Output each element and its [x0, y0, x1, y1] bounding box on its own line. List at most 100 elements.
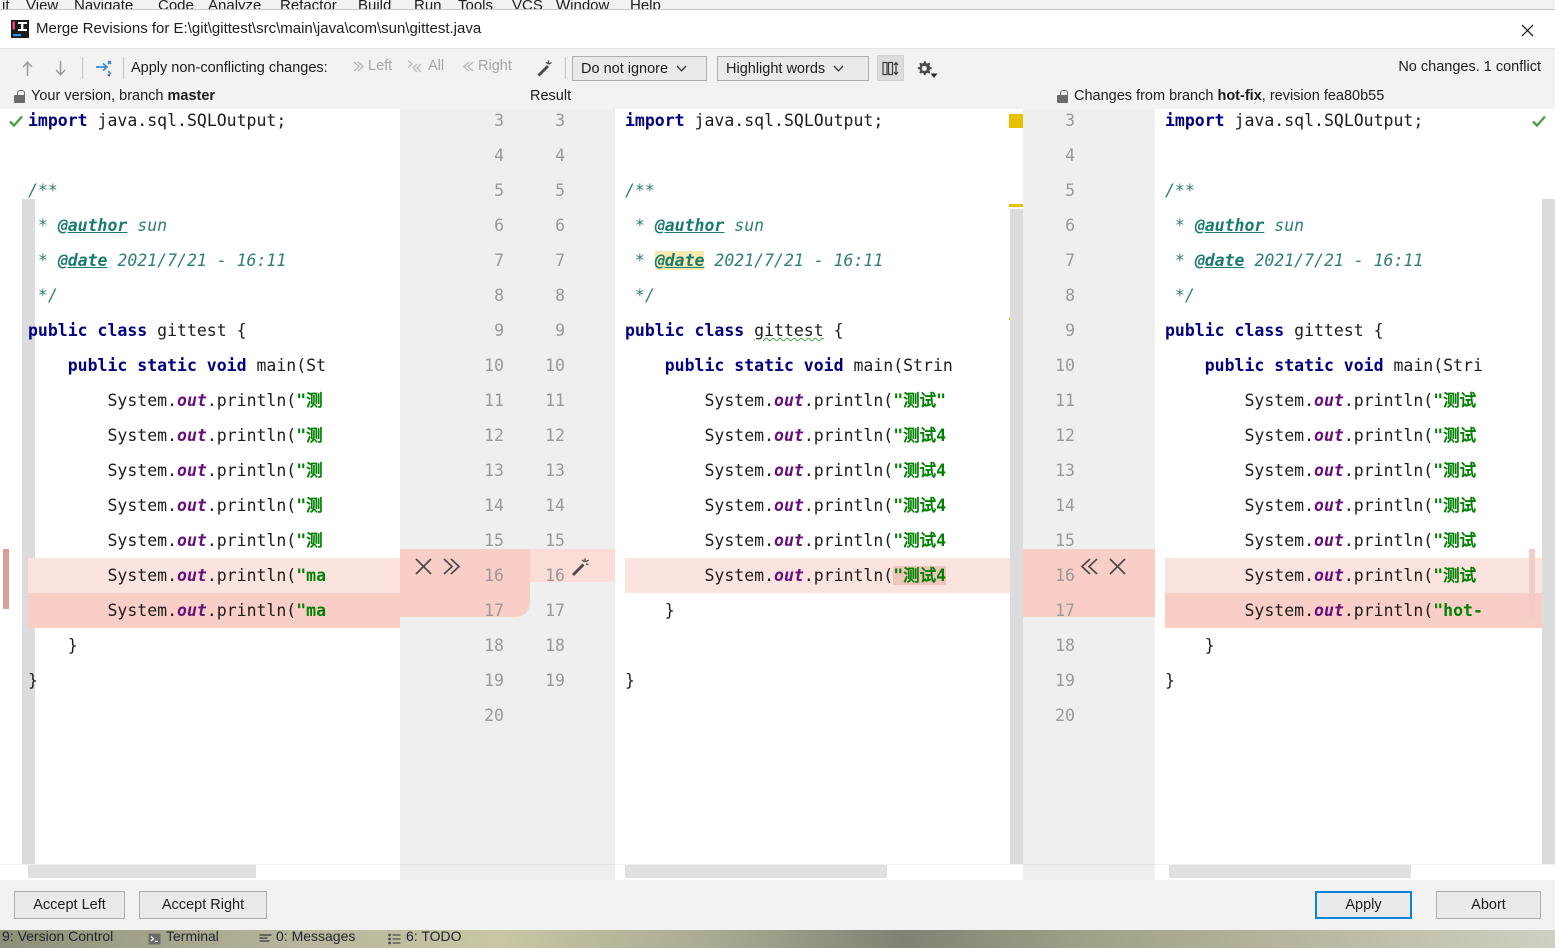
- code-line[interactable]: System.out.println("测试: [1165, 488, 1555, 523]
- code-line[interactable]: [28, 138, 400, 173]
- status-item-terminal[interactable]: Terminal: [166, 930, 219, 944]
- code-line[interactable]: System.out.println("测试: [1165, 418, 1555, 453]
- right-editor-pane[interactable]: import java.sql.SQLOutput; /** * @author …: [1155, 109, 1555, 880]
- code-line[interactable]: }: [1165, 663, 1555, 698]
- code-line[interactable]: public class gittest {: [28, 313, 400, 348]
- center-right-gutter[interactable]: 3 4 5 6 7 8 9 10 11 12 13 14 15 16 17 18 19 20: [1023, 109, 1155, 880]
- code-line[interactable]: public static void main(Strin: [625, 348, 1023, 383]
- code-line[interactable]: /**: [625, 173, 1023, 208]
- apply-button[interactable]: Apply: [1315, 891, 1412, 919]
- code-line[interactable]: /**: [28, 173, 400, 208]
- gear-icon[interactable]: [911, 55, 938, 81]
- code-line[interactable]: }: [1165, 628, 1555, 663]
- code-token: @date: [1194, 251, 1245, 270]
- code-line[interactable]: * @author sun: [28, 208, 400, 243]
- status-item-version-control[interactable]: 9: Version Control: [2, 930, 113, 944]
- code-line[interactable]: }: [28, 663, 400, 698]
- code-line[interactable]: System.out.println("测试4: [625, 488, 1023, 523]
- code-line[interactable]: }: [625, 593, 1023, 628]
- code-line[interactable]: System.out.println("测试: [1165, 453, 1555, 488]
- code-line[interactable]: [625, 628, 1023, 663]
- code-line[interactable]: System.out.println("hot-: [1165, 593, 1555, 628]
- line-number: 19: [1055, 671, 1075, 690]
- code-line[interactable]: import java.sql.SQLOutput;: [1165, 109, 1555, 138]
- code-line[interactable]: [1165, 138, 1555, 173]
- highlight-policy-select[interactable]: Highlight words: [717, 56, 869, 81]
- code-line[interactable]: import java.sql.SQLOutput;: [625, 109, 1023, 138]
- code-line[interactable]: System.out.println("测: [28, 488, 400, 523]
- code-line[interactable]: */: [28, 278, 400, 313]
- left-center-gutter[interactable]: 3 4 5 6 7 8 9 10 11 12 13 14 15 16 17 18 19 20 3 4 5 6 7 8 9 10 1…: [400, 109, 615, 880]
- center-horizontal-scrollbar-thumb[interactable]: [625, 865, 887, 878]
- code-line[interactable]: System.out.println("ma: [28, 593, 400, 628]
- code-line[interactable]: System.out.println("测: [28, 418, 400, 453]
- code-line[interactable]: System.out.println("测试4: [625, 418, 1023, 453]
- magic-resolve-icon[interactable]: [532, 55, 556, 81]
- code-line[interactable]: * @author sun: [625, 208, 1023, 243]
- code-line[interactable]: * @date 2021/7/21 - 16:11: [1165, 243, 1555, 278]
- code-line[interactable]: public static void main(Stri: [1165, 348, 1555, 383]
- code-line[interactable]: System.out.println("ma: [28, 558, 400, 593]
- code-line[interactable]: System.out.println("测试: [1165, 383, 1555, 418]
- status-item-todo[interactable]: 6: TODO: [406, 930, 462, 944]
- code-line[interactable]: /**: [1165, 173, 1555, 208]
- magic-wand-icon[interactable]: [570, 557, 591, 583]
- code-token: .println(: [1343, 391, 1434, 410]
- right-horizontal-scrollbar-thumb[interactable]: [1169, 865, 1411, 878]
- left-change-marker-strip[interactable]: [0, 109, 13, 880]
- next-difference-icon[interactable]: [47, 55, 73, 81]
- code-line[interactable]: System.out.println("测: [28, 383, 400, 418]
- center-editor-pane[interactable]: import java.sql.SQLOutput; /** * @author …: [615, 109, 1023, 880]
- line-number: 18: [1055, 636, 1075, 655]
- accept-left-button[interactable]: Accept Left: [14, 891, 125, 919]
- right-vertical-scrollbar-thumb[interactable]: [1542, 199, 1555, 880]
- code-line[interactable]: import java.sql.SQLOutput;: [28, 109, 400, 138]
- apply-all-button[interactable]: All: [407, 58, 444, 74]
- merge-revisions-dialog: Merge Revisions for E:\git\gittest\src\m…: [0, 9, 1555, 930]
- code-line[interactable]: System.out.println("测试4: [625, 558, 1023, 593]
- code-line[interactable]: System.out.println("测试4: [625, 453, 1023, 488]
- code-line[interactable]: public static void main(St: [28, 348, 400, 383]
- ignore-policy-select[interactable]: Do not ignore: [572, 56, 707, 81]
- code-line[interactable]: System.out.println("测试: [1165, 523, 1555, 558]
- code-line[interactable]: System.out.println("测: [28, 453, 400, 488]
- abort-button[interactable]: Abort: [1436, 891, 1541, 919]
- code-line[interactable]: System.out.println("测试": [625, 383, 1023, 418]
- code-line[interactable]: }: [28, 628, 400, 663]
- code-line[interactable]: System.out.println("测试: [1165, 558, 1555, 593]
- accept-left-change-icon[interactable]: [441, 557, 462, 581]
- code-line[interactable]: }: [625, 663, 1023, 698]
- left-horizontal-scrollbar-track[interactable]: [0, 864, 400, 880]
- right-horizontal-scrollbar-track[interactable]: [1155, 864, 1555, 880]
- apply-non-conflicting-label: Apply non-conflicting changes:: [131, 60, 328, 76]
- center-code-content[interactable]: import java.sql.SQLOutput; /** * @author …: [625, 109, 1023, 880]
- previous-difference-icon[interactable]: [14, 55, 40, 81]
- code-line[interactable]: * @date 2021/7/21 - 16:11: [28, 243, 400, 278]
- apply-right-button[interactable]: Right: [462, 58, 512, 74]
- center-horizontal-scrollbar-track[interactable]: [615, 864, 1023, 880]
- code-line[interactable]: System.out.println("测试4: [625, 523, 1023, 558]
- apply-left-button[interactable]: Left: [352, 58, 392, 74]
- code-line[interactable]: public class gittest {: [625, 313, 1023, 348]
- code-line[interactable]: public class gittest {: [1165, 313, 1555, 348]
- code-line[interactable]: [625, 138, 1023, 173]
- reject-right-change-icon[interactable]: [1108, 557, 1127, 581]
- code-line[interactable]: System.out.println("测: [28, 523, 400, 558]
- accept-right-change-icon[interactable]: [1079, 557, 1100, 581]
- close-icon[interactable]: [1505, 16, 1549, 44]
- left-code-content[interactable]: import java.sql.SQLOutput; /** * @author …: [28, 109, 400, 880]
- left-editor-pane[interactable]: import java.sql.SQLOutput; /** * @author …: [0, 109, 400, 880]
- reject-change-icon[interactable]: [414, 557, 433, 581]
- code-line[interactable]: * @date 2021/7/21 - 16:11: [625, 243, 1023, 278]
- apply-all-non-conflicting-icon[interactable]: [90, 54, 118, 82]
- code-token: System.: [625, 531, 775, 550]
- code-line[interactable]: * @author sun: [1165, 208, 1555, 243]
- collapse-unchanged-fragments-toggle[interactable]: [877, 55, 904, 81]
- center-vertical-scrollbar-thumb[interactable]: [1010, 209, 1023, 880]
- accept-right-button[interactable]: Accept Right: [139, 891, 267, 919]
- left-horizontal-scrollbar-thumb[interactable]: [28, 865, 256, 878]
- status-item-messages[interactable]: 0: Messages: [276, 930, 355, 944]
- right-code-content[interactable]: import java.sql.SQLOutput; /** * @author …: [1165, 109, 1555, 880]
- code-line[interactable]: */: [1165, 278, 1555, 313]
- code-line[interactable]: */: [625, 278, 1023, 313]
